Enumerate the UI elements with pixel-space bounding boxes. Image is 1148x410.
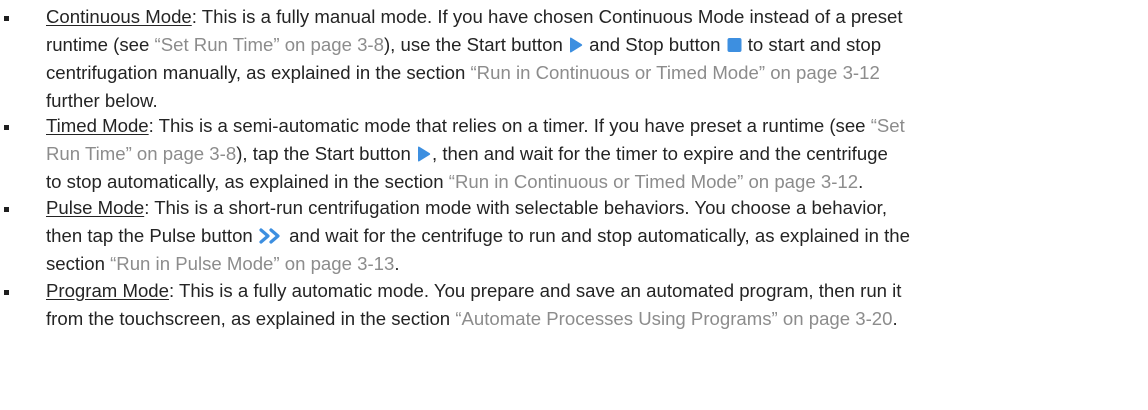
body-text: to stop automatically, as explained in t… [46, 171, 449, 192]
body-text: further below. [46, 90, 158, 111]
body-text: runtime (see [46, 34, 155, 55]
body-text: and wait for the centrifuge to run and s… [283, 225, 910, 246]
body-text: . [394, 253, 400, 274]
mode-term: Pulse Mode [46, 197, 145, 218]
body-text: , then and wait for the timer to expire … [432, 143, 888, 164]
body-text: from the touchscreen, as explained in th… [46, 308, 456, 329]
body-text: : This is a fully automatic mode. You pr… [168, 280, 902, 301]
bullet-marker [4, 16, 9, 21]
cross-reference-link[interactable]: “Automate Processes Using Programs” on p… [455, 308, 892, 329]
text-line: from the touchscreen, as explained in th… [46, 306, 898, 332]
stop-icon [727, 38, 742, 52]
body-text: section [46, 253, 111, 274]
mode-term: Timed Mode [46, 115, 149, 136]
body-text: ), use the Start button [383, 34, 568, 55]
mode-term: Continuous Mode [46, 6, 192, 27]
body-text: then tap the Pulse button [46, 225, 258, 246]
cross-reference-link[interactable]: Run Time” on page 3-8 [46, 143, 236, 164]
text-line: Run Time” on page 3-8), tap the Start bu… [46, 141, 888, 167]
body-text: : This is a short-run centrifugation mod… [144, 197, 888, 218]
text-line: Program Mode: This is a fully automatic … [46, 278, 901, 304]
body-text: ), tap the Start button [236, 143, 417, 164]
text-line: runtime (see “Set Run Time” on page 3-8)… [46, 32, 881, 58]
mode-term: Program Mode [46, 280, 169, 301]
bullet-marker [4, 207, 9, 212]
cross-reference-link[interactable]: “Run in Continuous or Timed Mode” on pag… [449, 171, 858, 192]
body-text: to start and stop [742, 34, 882, 55]
text-line: Pulse Mode: This is a short-run centrifu… [46, 195, 887, 221]
body-text: : This is a fully manual mode. If you ha… [191, 6, 903, 27]
cross-reference-link[interactable]: “Set Run Time” on page 3-8 [155, 34, 384, 55]
text-line: Continuous Mode: This is a fully manual … [46, 4, 903, 30]
text-line: centrifugation manually, as explained in… [46, 60, 880, 86]
bullet-marker [4, 290, 9, 295]
cross-reference-link[interactable]: “Set [871, 115, 905, 136]
text-line: further below. [46, 88, 158, 114]
play-icon [418, 146, 431, 162]
cross-reference-link[interactable]: “Run in Pulse Mode” on page 3-13 [110, 253, 394, 274]
play-icon [569, 37, 583, 53]
pulse-icon [259, 228, 280, 244]
text-line: section “Run in Pulse Mode” on page 3-13… [46, 251, 400, 277]
text-line: to stop automatically, as explained in t… [46, 169, 863, 195]
body-text: centrifugation manually, as explained in… [46, 62, 471, 83]
body-text: and Stop button [583, 34, 726, 55]
text-line: Timed Mode: This is a semi-automatic mod… [46, 113, 905, 139]
body-text: . [892, 308, 898, 329]
body-text: : This is a semi-automatic mode that rel… [148, 115, 871, 136]
bullet-marker [4, 125, 9, 130]
text-line: then tap the Pulse button and wait for t… [46, 223, 910, 249]
cross-reference-link[interactable]: “Run in Continuous or Timed Mode” on pag… [470, 62, 879, 83]
body-text: . [858, 171, 864, 192]
